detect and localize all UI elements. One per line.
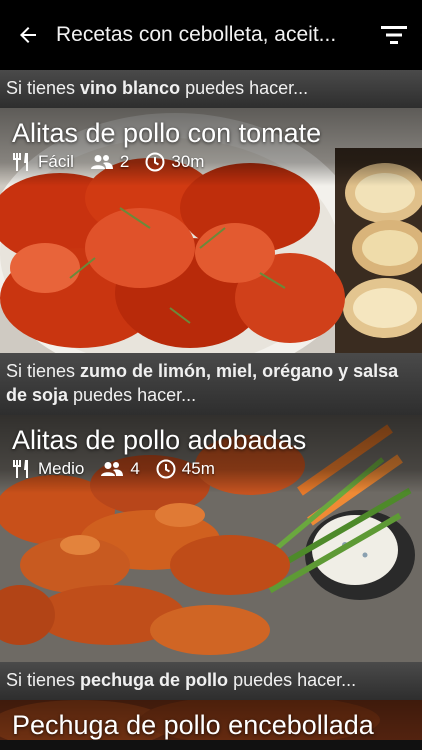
recipe-title: Pechuga de pollo encebollada [12, 710, 374, 740]
recipe-list[interactable]: Si tienes vino blanco puedes hacer... Al… [0, 70, 422, 750]
section-header: Si tienes pechuga de pollo puedes hacer.… [0, 662, 422, 700]
clock-icon [145, 152, 165, 172]
difficulty: Medio [12, 459, 84, 479]
servings-label: 4 [130, 459, 140, 478]
filter-button[interactable] [366, 0, 422, 70]
recipe-title: Alitas de pollo con tomate [12, 118, 322, 148]
recipe-meta: Medio 4 45m [12, 459, 231, 479]
section-prefix: Si tienes [6, 361, 81, 381]
utensils-icon [13, 460, 28, 478]
prep-time: 45m [156, 459, 215, 479]
utensils-icon [13, 153, 28, 171]
time-label: 30m [171, 152, 205, 171]
recipe-meta: Fácil 2 30m [12, 152, 220, 172]
back-arrow-icon [20, 27, 36, 43]
section-prefix: Si tienes [6, 670, 81, 690]
servings: 2 [90, 152, 129, 172]
back-button[interactable] [0, 0, 56, 70]
section-ingredients: vino blanco [80, 78, 181, 98]
difficulty-label: Medio [38, 459, 85, 478]
recipe-title: Alitas de pollo adobadas [12, 425, 307, 455]
section-header: Si tienes vino blanco puedes hacer... [0, 70, 422, 108]
prep-time: 30m [145, 152, 204, 172]
section-suffix: puedes hacer... [68, 385, 197, 405]
section-suffix: puedes hacer... [228, 670, 357, 690]
recipe-card[interactable]: Alitas de pollo con tomate Fácil 2 30m [0, 108, 422, 353]
servings: 4 [100, 459, 140, 479]
section-ingredients: pechuga de pollo [80, 670, 229, 690]
section-suffix: puedes hacer... [180, 78, 309, 98]
difficulty: Fácil [12, 152, 74, 172]
people-icon [90, 155, 113, 169]
section-header: Si tienes zumo de limón, miel, orégano y… [0, 353, 422, 415]
difficulty-label: Fácil [38, 152, 74, 171]
clock-icon [156, 459, 176, 479]
section-prefix: Si tienes [6, 78, 81, 98]
recipe-card[interactable]: Alitas de pollo adobadas Medio 4 45m [0, 415, 422, 662]
recipe-card[interactable]: Pechuga de pollo encebollada [0, 700, 422, 740]
page-title: Recetas con cebolleta, aceit... [56, 23, 337, 46]
people-icon [101, 462, 124, 476]
servings-label: 2 [119, 152, 130, 171]
app-bar: Recetas con cebolleta, aceit... [0, 0, 422, 70]
time-label: 45m [181, 459, 215, 478]
filter-icon [381, 26, 407, 44]
